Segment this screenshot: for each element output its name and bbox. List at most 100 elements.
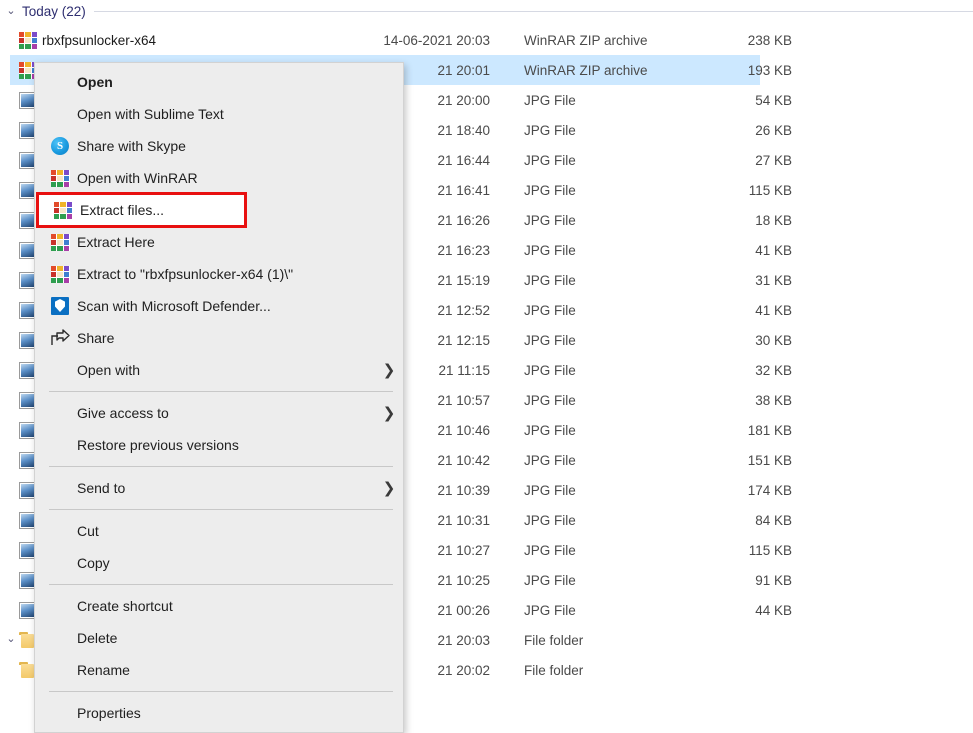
menu-item[interactable]: Open [35,66,403,98]
menu-item[interactable]: Open with❯ [35,354,403,386]
menu-item[interactable]: Delete [35,622,403,654]
file-type-cell: JPG File [490,93,690,108]
menu-item-label: Restore previous versions [77,437,375,453]
table-row[interactable]: rbxfpsunlocker-x6414-06-2021 20:03WinRAR… [0,25,973,55]
menu-separator [49,466,393,467]
file-type-cell: JPG File [490,603,690,618]
file-size-cell: 91 KB [690,573,792,588]
menu-item-label: Share [77,330,375,346]
menu-item[interactable]: Extract to "rbxfpsunlocker-x64 (1)\" [35,258,403,290]
menu-item-icon [43,266,77,283]
file-type-cell: WinRAR ZIP archive [490,33,690,48]
menu-item-label: Open [77,74,375,90]
file-size-cell: 54 KB [690,93,792,108]
shield-icon [51,297,69,315]
menu-item-label: Extract files... [80,202,217,218]
file-type-cell: JPG File [490,123,690,138]
menu-item-label: Cut [77,523,375,539]
file-date-cell: 14-06-2021 20:03 [204,33,490,48]
file-size-cell: 174 KB [690,483,792,498]
winrar-icon [51,234,70,251]
file-size-cell: 84 KB [690,513,792,528]
menu-item-icon [43,170,77,187]
file-type-cell: File folder [490,663,690,678]
file-type-cell: WinRAR ZIP archive [490,63,690,78]
file-type-cell: JPG File [490,573,690,588]
file-size-cell: 27 KB [690,153,792,168]
menu-item[interactable]: Share [35,322,403,354]
menu-item[interactable]: Cut [35,515,403,547]
file-type-cell: JPG File [490,243,690,258]
menu-item[interactable]: Send to❯ [35,472,403,504]
menu-item-label: Share with Skype [77,138,375,154]
menu-item[interactable]: Create shortcut [35,590,403,622]
group-header-today[interactable]: ⌄ Today (22) [0,0,973,22]
file-type-cell: JPG File [490,543,690,558]
menu-item-label: Open with Sublime Text [77,106,375,122]
file-type-cell: File folder [490,633,690,648]
menu-separator [49,691,393,692]
menu-item[interactable]: Open with Sublime Text [35,98,403,130]
context-menu[interactable]: Open Open with Sublime Text S Share with Sk… [34,62,404,733]
skype-icon: S [51,137,69,155]
file-type-cell: JPG File [490,273,690,288]
file-size-cell: 44 KB [690,603,792,618]
file-size-cell: 18 KB [690,213,792,228]
menu-item[interactable]: Restore previous versions [35,429,403,461]
file-size-cell: 30 KB [690,333,792,348]
menu-item[interactable]: S Share with Skype [35,130,403,162]
file-size-cell: 181 KB [690,423,792,438]
group-header-label: Today (22) [22,4,94,19]
menu-item[interactable]: Properties [35,697,403,729]
menu-item[interactable]: Give access to❯ [35,397,403,429]
winrar-icon [51,170,70,187]
file-size-cell: 31 KB [690,273,792,288]
menu-item[interactable]: Scan with Microsoft Defender... [35,290,403,322]
file-type-cell: JPG File [490,393,690,408]
menu-item-label: Give access to [77,405,375,421]
file-size-cell: 193 KB [690,63,792,78]
menu-item-label: Delete [77,630,375,646]
menu-item-icon [43,234,77,251]
file-size-cell: 115 KB [690,183,792,198]
menu-item[interactable]: Extract files... [38,194,245,226]
menu-item[interactable]: Extract Here [35,226,403,258]
menu-item-label: Send to [77,480,375,496]
menu-item[interactable]: Open with WinRAR [35,162,403,194]
menu-item-label: Copy [77,555,375,571]
file-size-cell: 115 KB [690,543,792,558]
menu-item-label: Open with [77,362,375,378]
menu-item-label: Open with WinRAR [77,170,375,186]
file-name-cell: rbxfpsunlocker-x64 [42,33,204,48]
menu-item-label: Create shortcut [77,598,375,614]
chevron-right-icon: ❯ [375,479,403,497]
menu-separator [49,391,393,392]
chevron-down-icon[interactable]: ⌄ [0,6,22,17]
winrar-icon [19,32,38,49]
menu-item-icon [43,329,77,347]
menu-item-label: Extract to "rbxfpsunlocker-x64 (1)\" [77,266,375,282]
winrar-icon [54,202,73,219]
file-type-cell: JPG File [490,183,690,198]
chevron-right-icon: ❯ [375,361,403,379]
winrar-icon [51,266,70,283]
group-header-rule [94,11,973,12]
file-type-cell: JPG File [490,483,690,498]
menu-separator [49,509,393,510]
menu-item-label: Scan with Microsoft Defender... [77,298,375,314]
file-size-cell: 38 KB [690,393,792,408]
file-type-cell: JPG File [490,333,690,348]
file-type-cell: JPG File [490,453,690,468]
menu-item-label: Properties [77,705,375,721]
menu-item[interactable]: Copy [35,547,403,579]
file-size-cell: 41 KB [690,303,792,318]
file-size-cell: 26 KB [690,123,792,138]
file-type-cell: JPG File [490,423,690,438]
file-type-cell: JPG File [490,213,690,228]
menu-item[interactable]: Rename [35,654,403,686]
file-size-cell: 41 KB [690,243,792,258]
menu-item-label: Rename [77,662,375,678]
menu-item-icon [46,202,80,219]
file-size-cell: 32 KB [690,363,792,378]
menu-item-label: Extract Here [77,234,375,250]
